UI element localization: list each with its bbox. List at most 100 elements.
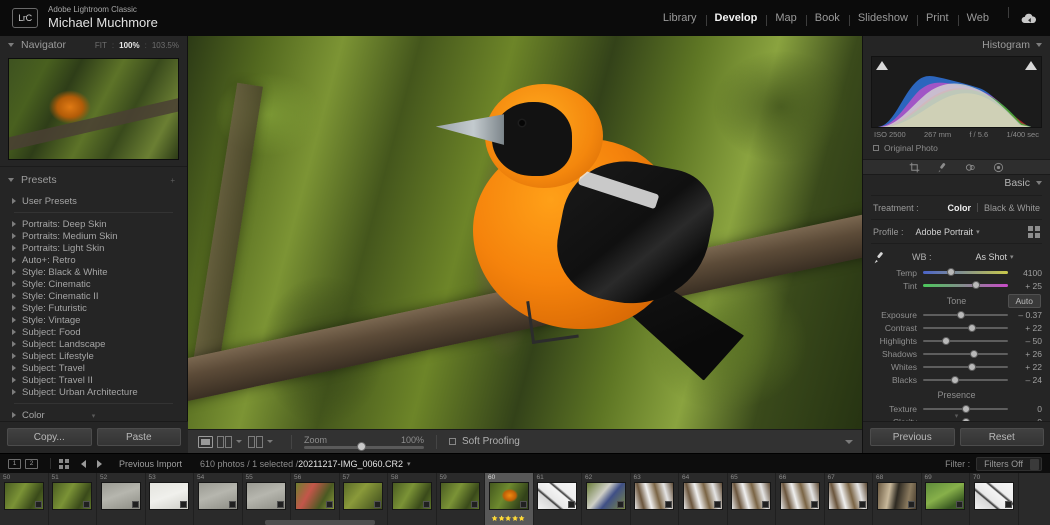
current-filename[interactable]: 20211217-IMG_0060.CR2 [298,459,403,469]
navigator-preview[interactable] [8,58,179,160]
filmstrip-thumbnail[interactable]: 70 [970,473,1019,525]
previous-button[interactable]: Previous [870,428,955,446]
module-tab-map[interactable]: Map [766,12,805,24]
zoom-slider[interactable] [304,446,424,449]
navigator-zoom-100[interactable]: 100% [119,41,139,50]
preset-expand-icon[interactable] [12,377,16,383]
thumbnail-badge-icon[interactable] [956,501,963,508]
slider-knob[interactable] [947,268,955,276]
original-photo-row[interactable]: Original Photo [863,139,1050,153]
thumbnail-badge-icon[interactable] [374,501,381,508]
module-tab-develop[interactable]: Develop [706,12,767,24]
navigator-zoom-FIT[interactable]: FIT [95,41,107,50]
filmstrip-thumbnail[interactable]: 53 [146,473,195,525]
presets-collapse-icon[interactable] [8,178,14,182]
thumbnail-badge-icon[interactable] [859,501,866,508]
preset-expand-icon[interactable] [12,257,16,263]
thumbnail-badge-icon[interactable] [665,501,672,508]
presets-header[interactable]: Presets + [0,171,187,189]
thumbnail-rating[interactable]: ⭐⭐⭐⭐⭐ [485,516,533,522]
slider-knob[interactable] [970,350,978,358]
slider-blacks[interactable]: Blacks– 24 [863,373,1050,386]
filmstrip-thumbnail[interactable]: 65 [728,473,777,525]
slider-track[interactable] [923,353,1008,355]
module-tab-book[interactable]: Book [806,12,849,24]
filmstrip-thumbnail[interactable]: 58 [388,473,437,525]
survey-view-chevron-icon[interactable] [267,440,273,443]
basic-panel-header[interactable]: Basic [863,175,1050,191]
preset-item[interactable]: Style: Vintage [0,314,187,326]
copy-button[interactable]: Copy... [7,428,92,446]
filmstrip-thumbnail[interactable]: 60⭐⭐⭐⭐⭐ [485,473,534,525]
thumbnail-badge-icon[interactable] [811,501,818,508]
loupe-view-icon[interactable] [198,436,213,448]
preset-item[interactable]: Style: Cinematic [0,278,187,290]
slider-track[interactable] [923,271,1008,274]
photo-canvas[interactable] [188,36,862,429]
zoom-slider-knob[interactable] [357,442,366,451]
compare-view-icon[interactable] [217,436,232,448]
slider-track[interactable] [923,284,1008,287]
healing-brush-icon[interactable] [937,162,948,173]
masking-tool-icon[interactable] [965,162,976,173]
slider-knob[interactable] [951,376,959,384]
preset-expand-icon[interactable] [12,281,16,287]
slider-highlights[interactable]: Highlights– 50 [863,334,1050,347]
second-window-icon[interactable]: 2 [25,459,38,469]
go-back-icon[interactable] [81,460,86,468]
profile-browser-icon[interactable] [1028,226,1040,238]
thumbnail-badge-icon[interactable] [714,501,721,508]
slider-track[interactable] [923,340,1008,342]
module-tab-slideshow[interactable]: Slideshow [849,12,917,24]
module-tab-library[interactable]: Library [654,12,706,24]
treatment-bw-option[interactable]: Black & White [984,203,1040,213]
presets-menu-icon[interactable]: + [170,176,175,185]
grid-view-icon[interactable]: 1 [8,459,21,469]
preset-item[interactable]: Subject: Urban Architecture [0,386,187,398]
filmstrip-thumbnail[interactable]: 61 [534,473,583,525]
filmstrip-thumbnail[interactable]: 62 [582,473,631,525]
reset-button[interactable]: Reset [960,428,1045,446]
preset-expand-icon[interactable] [12,305,16,311]
thumbnail-badge-icon[interactable] [520,501,527,508]
preset-item[interactable]: User Presets [0,195,187,207]
profile-value[interactable]: Adobe Portrait [916,227,974,237]
thumbnail-badge-icon[interactable] [568,501,575,508]
thumbnail-badge-icon[interactable] [277,501,284,508]
slider-tint[interactable]: Tint+ 25 [863,279,1050,292]
slider-knob[interactable] [957,311,965,319]
navigator-collapse-icon[interactable] [8,43,14,47]
preset-expand-icon[interactable] [12,341,16,347]
red-eye-tool-icon[interactable] [993,162,1004,173]
preset-expand-icon[interactable] [12,365,16,371]
histogram-header[interactable]: Histogram [863,36,1050,54]
preset-expand-icon[interactable] [12,412,16,418]
thumbnail-badge-icon[interactable] [762,501,769,508]
slider-exposure[interactable]: Exposure– 0.37 [863,308,1050,321]
slider-whites[interactable]: Whites+ 22 [863,360,1050,373]
preset-item[interactable]: Auto+: Retro [0,254,187,266]
filmstrip-thumbnail[interactable]: 57 [340,473,389,525]
compare-view-chevron-icon[interactable] [236,440,242,443]
filmstrip-scrollbar[interactable] [265,520,375,525]
basic-collapse-icon[interactable] [1036,181,1042,185]
paste-button[interactable]: Paste [97,428,182,446]
filter-dropdown[interactable]: Filters Off [976,457,1042,471]
filmstrip-thumbnail[interactable]: 68 [873,473,922,525]
filmstrip-thumbnail[interactable]: 67 [825,473,874,525]
module-tab-web[interactable]: Web [958,12,998,24]
thumbnail-badge-icon[interactable] [423,501,430,508]
histogram-graph[interactable] [871,56,1042,128]
filmstrip-thumbnail[interactable]: 51 [49,473,98,525]
filmstrip-thumbnail[interactable]: 52 [97,473,146,525]
preset-expand-icon[interactable] [12,245,16,251]
preset-expand-icon[interactable] [12,317,16,323]
toolbar-collapse-icon[interactable] [845,440,853,444]
navigator-header[interactable]: Navigator FIT:100%:103.5% [0,36,187,54]
preset-expand-icon[interactable] [12,221,16,227]
preset-item[interactable]: Style: Black & White [0,266,187,278]
filmstrip-thumbnail[interactable]: 56 [291,473,340,525]
preset-item[interactable]: Subject: Landscape [0,338,187,350]
histogram-collapse-icon[interactable] [1036,43,1042,47]
slider-knob[interactable] [962,405,970,413]
